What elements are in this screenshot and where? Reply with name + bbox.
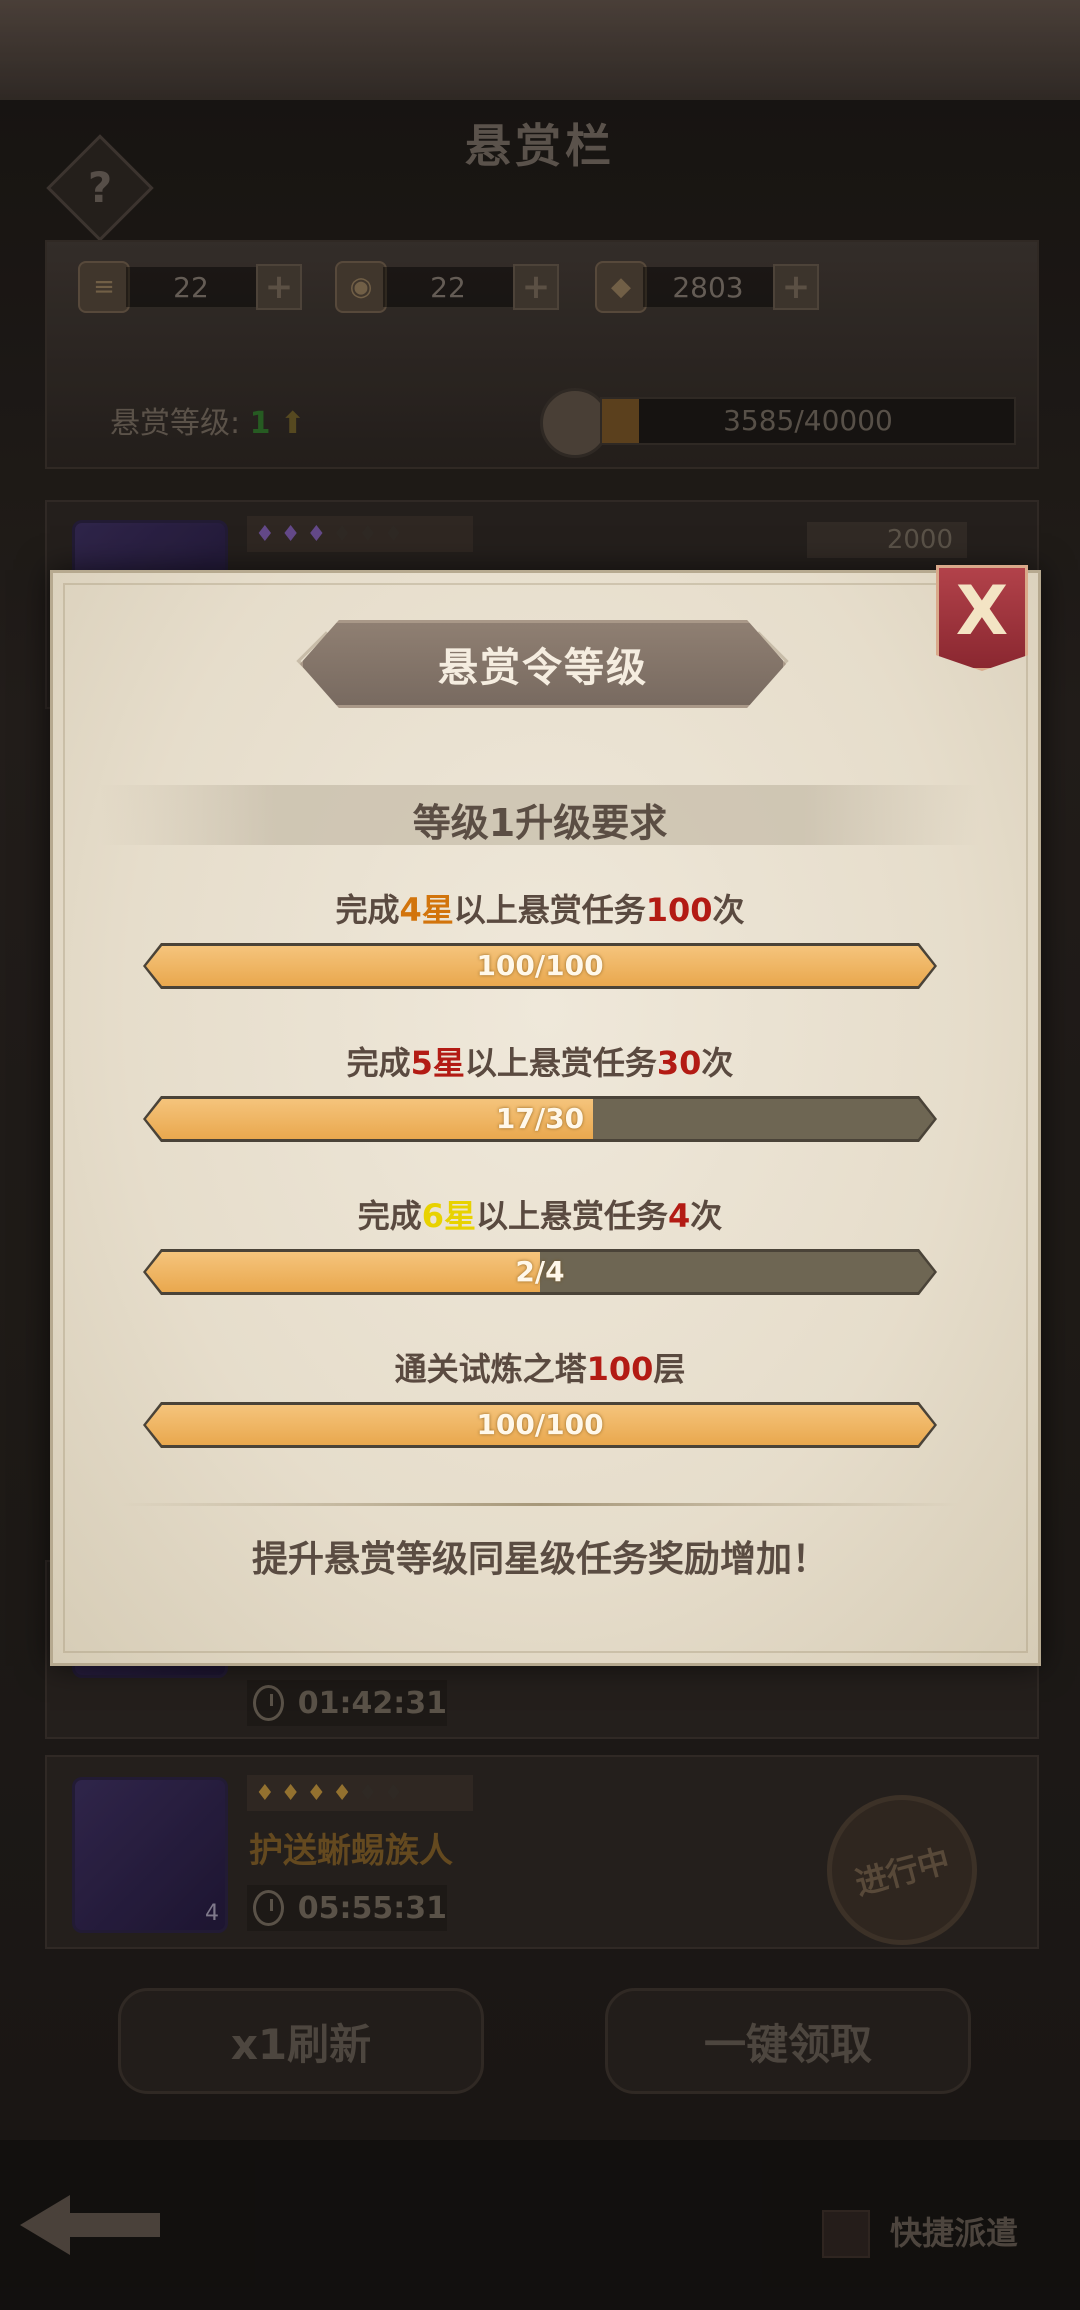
modal-divider (120, 1503, 960, 1506)
requirement-2-progress: 17/30 (495, 1102, 585, 1135)
close-icon: X (955, 572, 1009, 651)
requirement-3-label: 完成6星以上悬赏任务4次 (357, 1197, 723, 1235)
modal-title-plate: 悬赏令等级 (300, 620, 786, 708)
modal-footer-note: 提升悬赏等级同星级任务奖励增加！ (251, 1539, 828, 1580)
requirement-1-label: 完成4星以上悬赏任务100次 (335, 891, 745, 929)
requirement-4-label: 通关试炼之塔100层 (394, 1350, 686, 1388)
requirement-4-bar: 100/100 (143, 1402, 937, 1448)
close-button[interactable]: X (936, 565, 1028, 671)
modal-title: 悬赏令等级 (438, 645, 648, 691)
requirement-3-bar: 2/4 (143, 1249, 937, 1295)
requirement-1-bar: 100/100 (143, 943, 937, 989)
requirement-4-progress: 100/100 (476, 1408, 604, 1441)
requirement-3-progress: 2/4 (515, 1255, 565, 1288)
requirement-2-bar: 17/30 (143, 1096, 937, 1142)
requirement-2-label: 完成5星以上悬赏任务30次 (346, 1044, 734, 1082)
requirement-1-progress: 100/100 (476, 949, 604, 982)
modal-subtitle: 等级1升级要求 (412, 801, 668, 845)
